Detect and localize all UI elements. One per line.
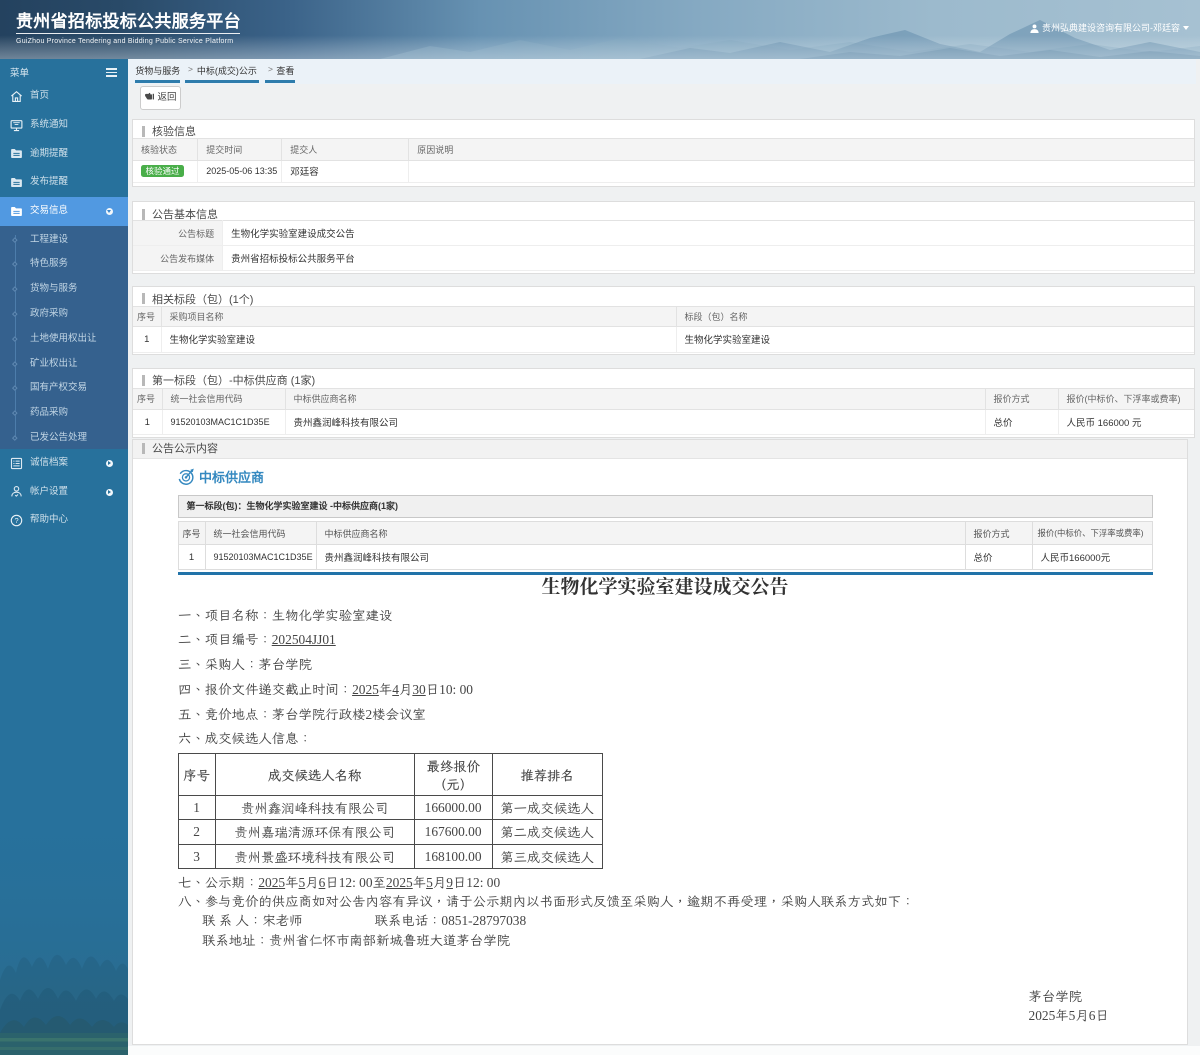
svg-text:?: ? [14, 516, 18, 525]
